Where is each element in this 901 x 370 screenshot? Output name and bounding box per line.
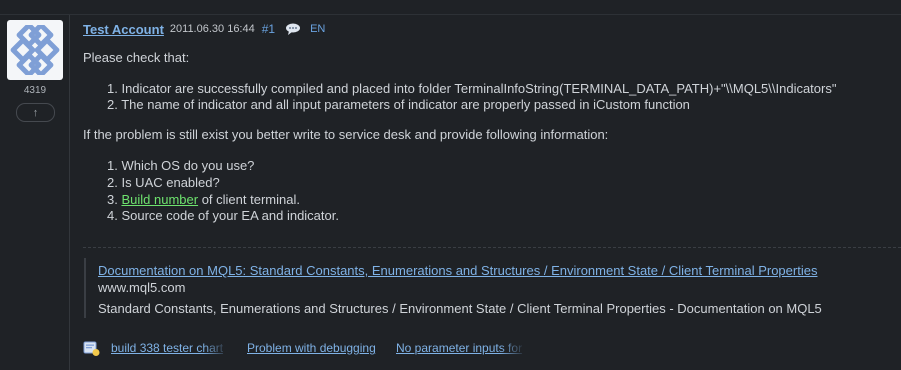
related-topic-icon — [83, 341, 100, 362]
build-number-link[interactable]: Build number — [121, 192, 198, 207]
post-header: Test Account 2011.06.30 16:44 #1 EN — [83, 21, 325, 37]
check-item-1: 1. Indicator are successfully compiled a… — [107, 81, 837, 96]
post-date: 2011.06.30 16:44 — [169, 23, 255, 35]
info-item-4: 4. Source code of your EA and indicator. — [107, 208, 339, 223]
problem-text: If the problem is still exist you better… — [83, 127, 609, 142]
content-divider — [83, 247, 901, 248]
check-item-2: 2. The name of indicator and all input p… — [107, 97, 690, 112]
avatar-logo-icon — [10, 25, 60, 75]
comment-bubble-icon[interactable] — [285, 23, 301, 35]
related-topic-fade — [203, 338, 229, 358]
info-item-3-suffix: of client terminal. — [198, 192, 300, 207]
info-item-3: 3. Build number of client terminal. — [107, 192, 300, 207]
info-item-1: 1. Which OS do you use? — [107, 158, 255, 173]
link-preview-bar — [84, 258, 86, 318]
related-topic-fade — [500, 338, 526, 358]
link-preview-title[interactable]: Documentation on MQL5: Standard Constant… — [98, 263, 817, 278]
language-link[interactable]: EN — [310, 23, 325, 35]
intro-text: Please check that: — [83, 50, 190, 65]
info-item-2: 2. Is UAC enabled? — [107, 175, 220, 190]
link-preview-domain: www.mql5.com — [98, 280, 186, 295]
upvote-button[interactable]: ↑ — [16, 103, 55, 122]
link-preview-description: Standard Constants, Enumerations and Str… — [98, 301, 822, 316]
user-rating: 4319 — [23, 85, 47, 96]
author-name-link[interactable]: Test Account — [83, 22, 164, 37]
avatar[interactable] — [7, 20, 63, 80]
top-divider — [0, 14, 901, 15]
post-number-link[interactable]: #1 — [262, 22, 275, 36]
related-topic-link-2[interactable]: Problem with debugging — [247, 341, 382, 355]
arrow-up-icon: ↑ — [32, 106, 39, 119]
info-item-3-prefix: 3. — [107, 192, 122, 207]
